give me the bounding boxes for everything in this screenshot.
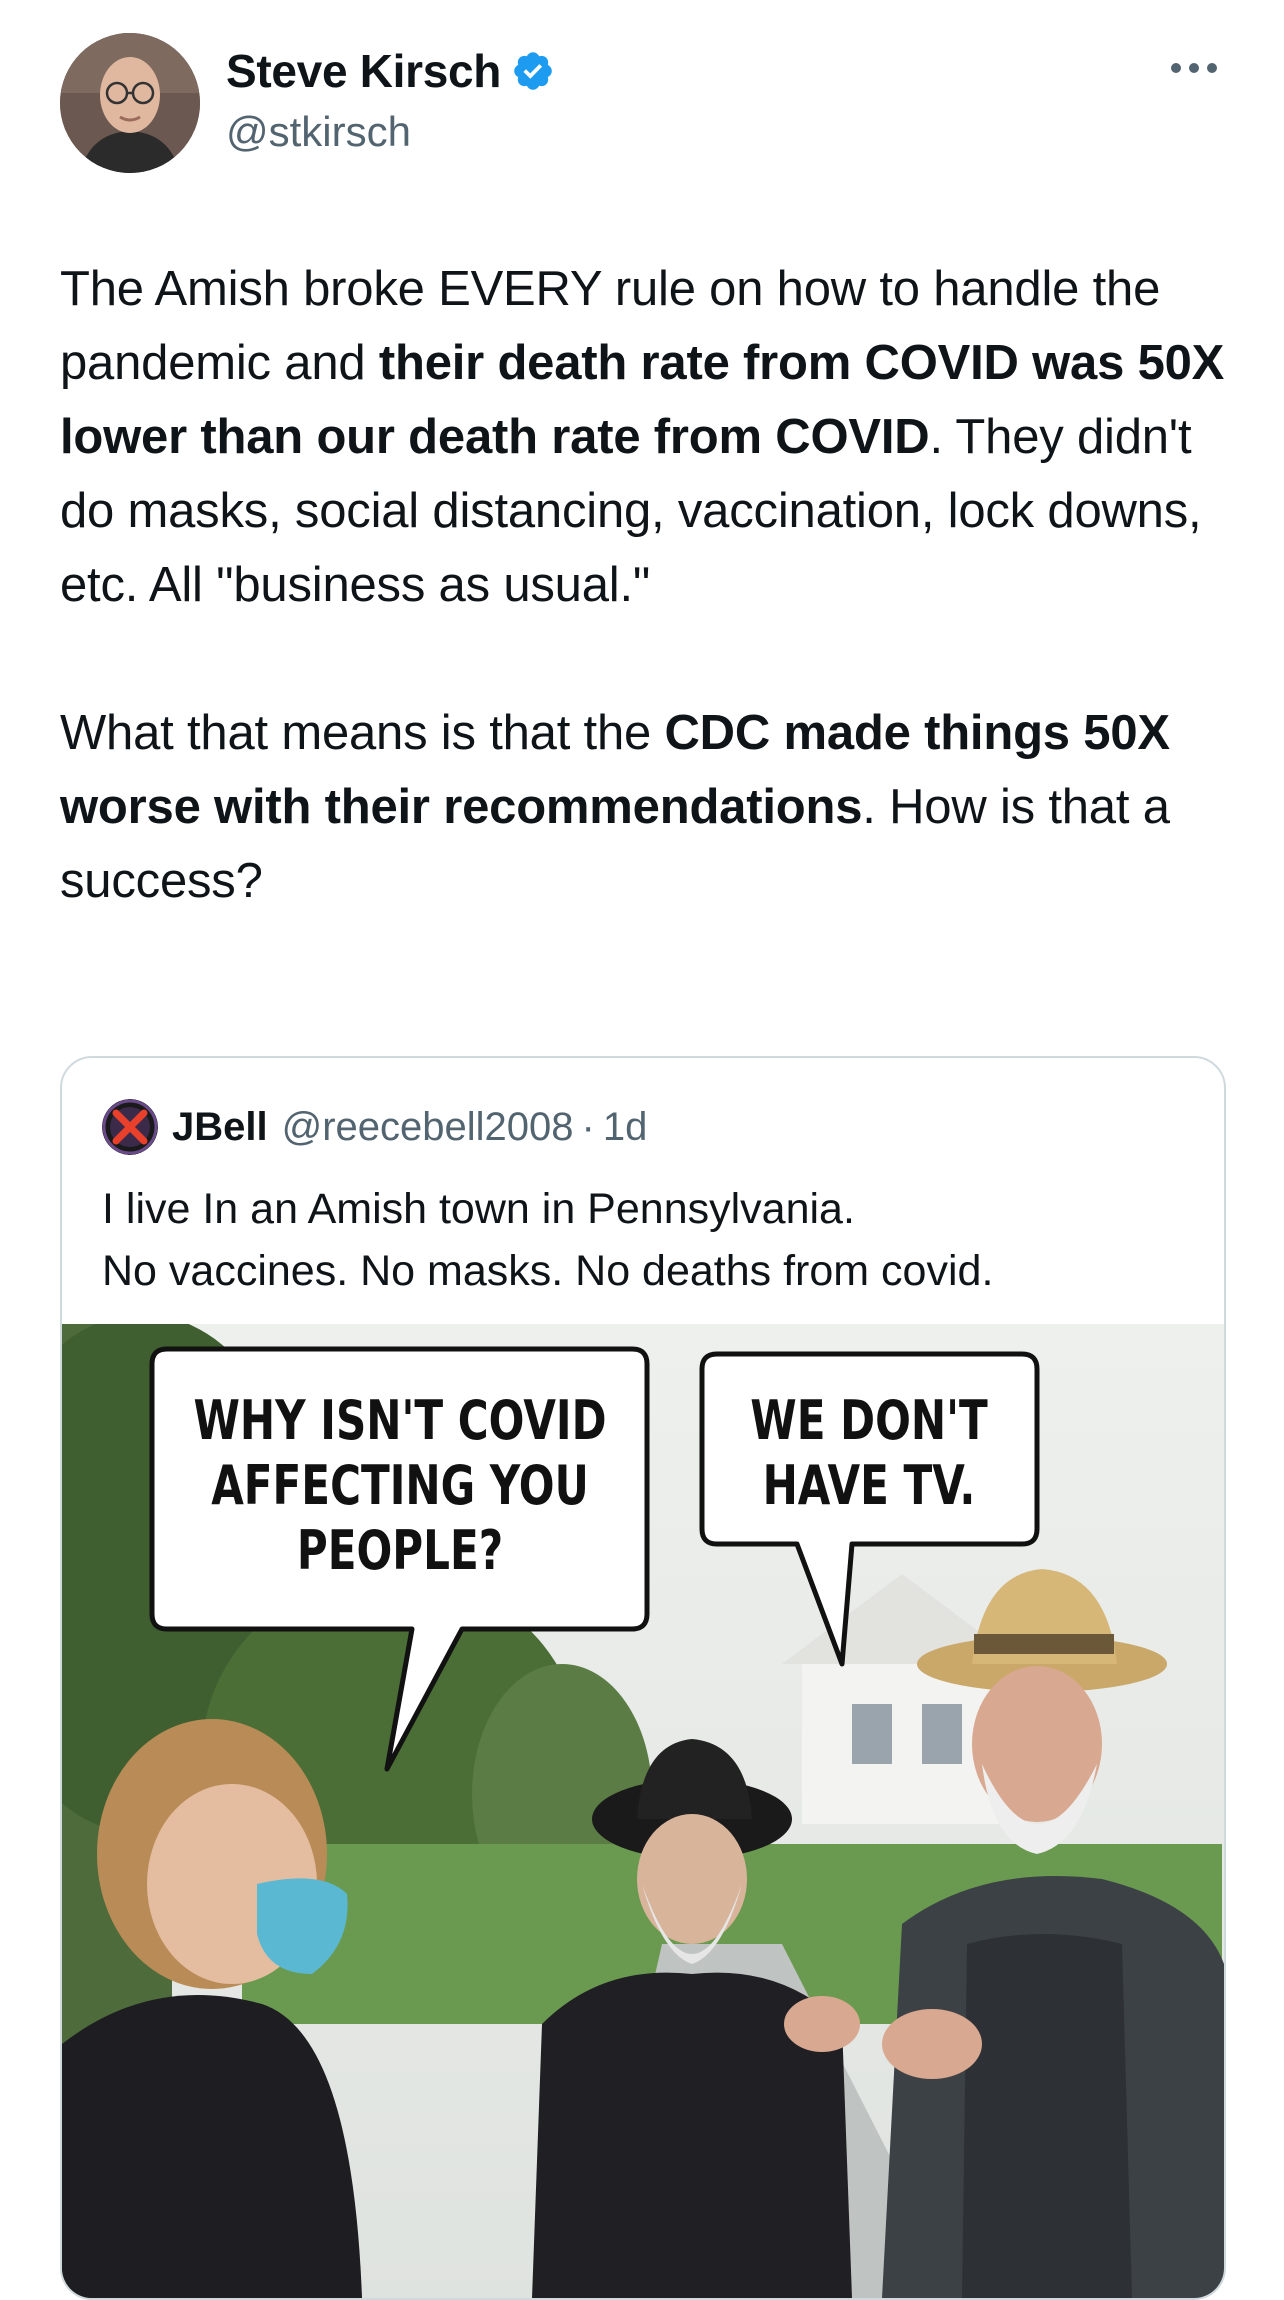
right-bubble-line: WE DON'T xyxy=(750,1390,987,1452)
quoted-author-handle[interactable]: @reecebell2008 xyxy=(282,1105,574,1150)
quoted-tweet-card[interactable]: JBell @reecebell2008 · 1d I live In an A… xyxy=(60,1056,1226,2300)
quoted-tweet-line: I live In an Amish town in Pennsylvania. xyxy=(102,1185,855,1233)
quoted-tweet-line: No vaccines. No masks. No deaths from co… xyxy=(102,1247,994,1295)
quoted-author-avatar xyxy=(102,1099,158,1155)
left-bubble-line: AFFECTING YOU xyxy=(211,1455,589,1517)
tweet-paragraph-2: What that means is that the CDC made thi… xyxy=(60,696,1240,918)
quoted-tweet-text: I live In an Amish town in Pennsylvania.… xyxy=(102,1178,993,1302)
author-avatar[interactable] xyxy=(60,33,200,173)
verified-badge-icon[interactable] xyxy=(511,49,555,93)
author-name-row: Steve Kirsch xyxy=(226,44,555,98)
tweet-paragraph-1: The Amish broke EVERY rule on how to han… xyxy=(60,252,1240,622)
quoted-tweet-header: JBell @reecebell2008 · 1d xyxy=(102,1098,647,1156)
tweet-text-segment: What that means is that the xyxy=(60,706,665,760)
quoted-tweet-image[interactable]: WHY ISN'T COVID AFFECTING YOU PEOPLE? WE… xyxy=(62,1324,1224,2298)
author-handle[interactable]: @stkirsch xyxy=(226,108,411,156)
left-bubble-line: WHY ISN'T COVID xyxy=(193,1390,606,1452)
tweet-text: The Amish broke EVERY rule on how to han… xyxy=(60,252,1240,918)
quoted-tweet-time[interactable]: 1d xyxy=(603,1105,648,1150)
author-display-name[interactable]: Steve Kirsch xyxy=(226,44,501,98)
more-horizontal-icon[interactable] xyxy=(1168,56,1220,80)
separator-dot: · xyxy=(581,1104,595,1149)
quoted-author-name[interactable]: JBell xyxy=(172,1105,268,1150)
left-bubble-line: PEOPLE? xyxy=(297,1520,503,1582)
right-bubble-line: HAVE TV. xyxy=(763,1455,976,1517)
